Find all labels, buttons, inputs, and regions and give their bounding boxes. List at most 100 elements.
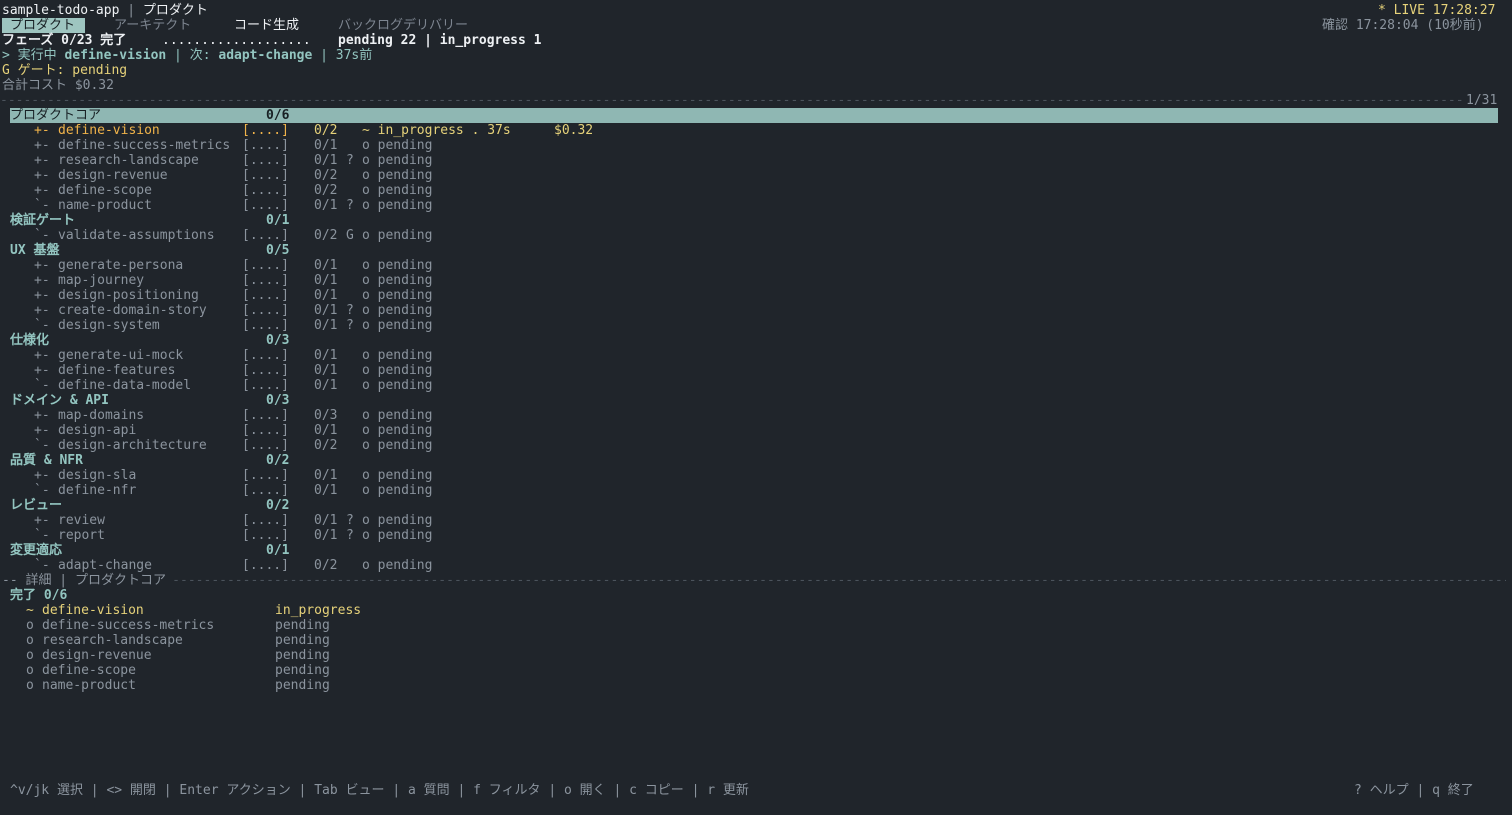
total-cost: 合計コスト $0.32 <box>2 78 114 93</box>
detail-task-status: pending <box>275 648 330 663</box>
tree-branch: +- <box>34 123 50 138</box>
progress-bar-text: [....] <box>242 228 289 243</box>
detail-header: -- 詳細 | プロダクトコア <box>2 573 174 588</box>
progress-bar-text: [....] <box>242 558 289 573</box>
group-count: 0/6 <box>266 108 290 123</box>
task-fraction: 0/1 <box>314 378 338 393</box>
tree-branch: `- <box>34 438 50 453</box>
progress-bar-text: [....] <box>242 378 289 393</box>
tree-branch: `- <box>34 528 50 543</box>
task-name: define-features <box>58 363 176 378</box>
tree-branch: +- <box>34 468 50 483</box>
task-name: design-sla <box>58 468 137 483</box>
group-name: UX 基盤 <box>10 243 60 258</box>
task-fraction: 0/2 <box>314 183 338 198</box>
live-indicator: * LIVE 17:28:27 <box>1378 3 1496 18</box>
gate-marker: ? <box>346 153 354 168</box>
tab-product[interactable]: プロダクト <box>2 18 86 33</box>
gate-marker: G <box>346 228 354 243</box>
task-name: report <box>58 528 105 543</box>
tree-branch: +- <box>34 183 50 198</box>
task-name: map-domains <box>58 408 145 423</box>
task-status: o pending <box>362 198 433 213</box>
task-name: generate-persona <box>58 258 184 273</box>
detail-task-status: pending <box>275 618 330 633</box>
status-symbol: o <box>26 618 34 633</box>
gate-marker: ? <box>346 303 354 318</box>
status-symbol: ~ <box>26 603 34 618</box>
task-status: o pending <box>362 408 433 423</box>
running-line: > 実行中 define-vision | 次: adapt-change | … <box>0 48 372 63</box>
progress-bar-text: [....] <box>242 468 289 483</box>
tree-branch: +- <box>34 423 50 438</box>
progress-bar-text: [....] <box>242 183 289 198</box>
task-name: define-nfr <box>58 483 137 498</box>
detail-task-status: pending <box>275 663 330 678</box>
tab-backlog-delivery[interactable]: バックログデリバリー <box>338 18 468 33</box>
task-fraction: 0/1 <box>314 483 338 498</box>
task-fraction: 0/1 <box>314 348 338 363</box>
tree-branch: +- <box>34 273 50 288</box>
task-fraction: 0/1 <box>314 198 338 213</box>
task-fraction: 0/1 <box>314 528 338 543</box>
gate-marker: ? <box>346 528 354 543</box>
task-status: o pending <box>362 468 433 483</box>
tree-branch: `- <box>34 228 50 243</box>
status-symbol: o <box>26 663 34 678</box>
task-fraction: 0/1 <box>314 273 338 288</box>
task-status: o pending <box>362 168 433 183</box>
task-name: research-landscape <box>58 153 199 168</box>
task-status: o pending <box>362 138 433 153</box>
task-status: o pending <box>362 438 433 453</box>
task-name: define-success-metrics <box>58 138 231 153</box>
tab-architect[interactable]: アーキテクト <box>114 18 191 33</box>
phase-line: フェーズ 0/23 完了 ................... pending… <box>0 33 542 48</box>
tree-branch: `- <box>34 318 50 333</box>
title-separator: | <box>119 3 143 18</box>
progress-bar-text: [....] <box>242 348 289 363</box>
tree-branch: `- <box>34 483 50 498</box>
progress-bar-text: [....] <box>242 258 289 273</box>
group-name: ドメイン & API <box>10 393 109 408</box>
task-name: define-vision <box>58 123 160 138</box>
tree-branch: +- <box>34 138 50 153</box>
task-fraction: 0/1 <box>314 153 338 168</box>
group-count: 0/3 <box>266 393 290 408</box>
detail-task-name: research-landscape <box>42 633 183 648</box>
running-task: define-vision <box>64 48 167 63</box>
detail-task-name: design-revenue <box>42 648 152 663</box>
progress-bar-text: [....] <box>242 363 289 378</box>
group-count: 0/1 <box>266 543 290 558</box>
task-status: o pending <box>362 378 433 393</box>
tree-branch: +- <box>34 258 50 273</box>
task-fraction: 0/2 <box>314 168 338 183</box>
tree-branch: +- <box>34 168 50 183</box>
group-name: 品質 & NFR <box>10 453 83 468</box>
task-fraction: 0/1 <box>314 468 338 483</box>
tree-branch: +- <box>34 408 50 423</box>
page-indicator: 1/31 <box>1466 93 1498 108</box>
app-name: sample-todo-app <box>2 3 120 18</box>
status-symbol: o <box>26 648 34 663</box>
task-name: review <box>58 513 105 528</box>
task-status: o pending <box>362 303 433 318</box>
tab-bar: プロダクト アーキテクト コード生成 バックログデリバリー 確認 17:28:0… <box>0 18 1484 33</box>
progress-bar-text: [....] <box>242 483 289 498</box>
tab-codegen[interactable]: コード生成 <box>234 18 299 33</box>
task-cost: $0.32 <box>554 123 594 138</box>
task-fraction: 0/2 <box>314 123 338 138</box>
progress-bar-text: [....] <box>242 303 289 318</box>
tree-branch: `- <box>34 198 50 213</box>
task-fraction: 0/1 <box>314 423 338 438</box>
task-name: design-architecture <box>58 438 207 453</box>
task-name: define-scope <box>58 183 152 198</box>
detail-divider: ----------------------------------------… <box>0 573 1506 588</box>
group-name: レビュー <box>10 498 63 513</box>
confirm-timestamp: 確認 17:28:04 (10秒前) <box>1322 18 1484 33</box>
task-name: design-revenue <box>58 168 168 183</box>
group-count: 0/1 <box>266 213 290 228</box>
group-count: 0/2 <box>266 453 290 468</box>
progress-bar-text: [....] <box>242 153 289 168</box>
phase-progress: フェーズ 0/23 完了 <box>2 33 127 48</box>
detail-task-status: in_progress <box>275 603 362 618</box>
